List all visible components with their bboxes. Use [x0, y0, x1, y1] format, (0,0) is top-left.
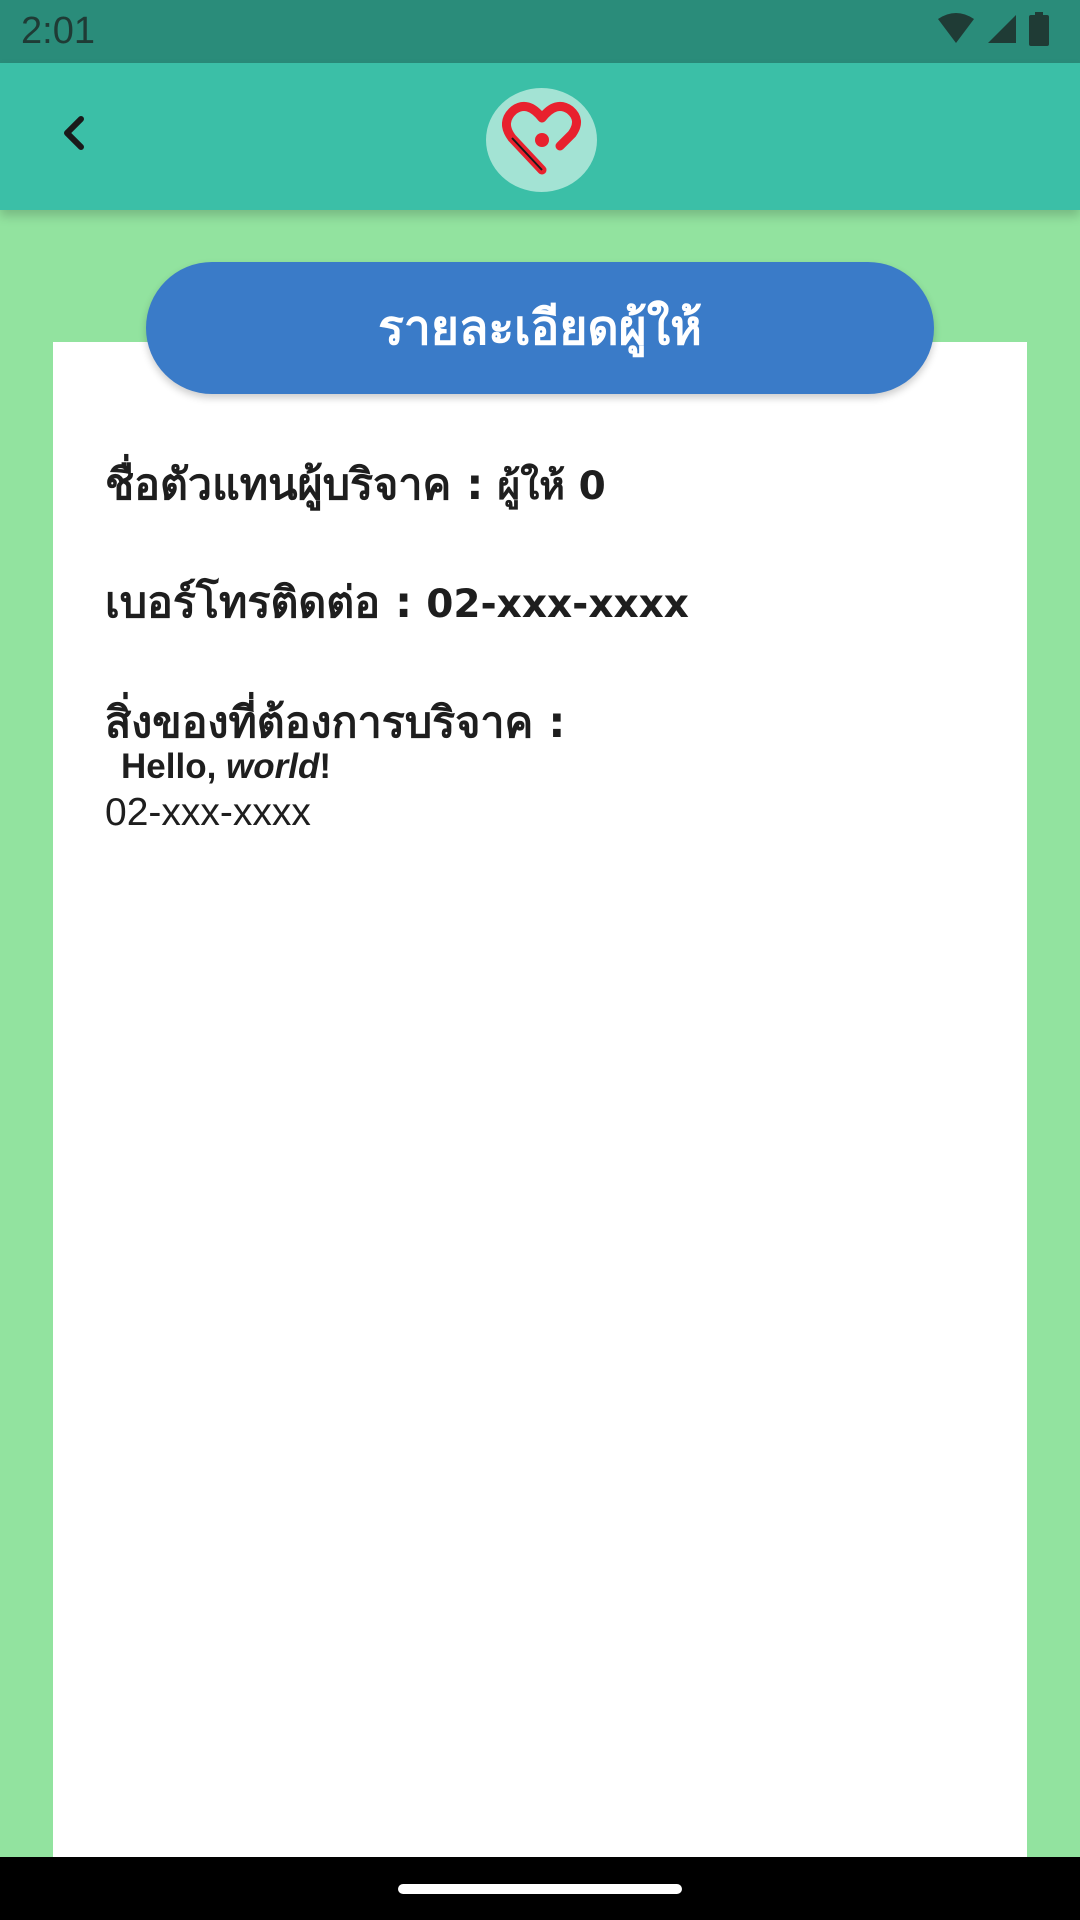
status-icons — [936, 12, 1050, 50]
items-hello-text: Hello, — [121, 747, 227, 786]
items-world-text: world — [226, 747, 320, 786]
battery-icon — [1028, 12, 1050, 50]
donor-name-label: ชื่อตัวแทนผู้บริจาค : — [105, 460, 484, 510]
page-title: รายละเอียดผู้ให้ — [146, 262, 934, 394]
app-bar — [0, 63, 1080, 210]
heart-logo-icon — [501, 100, 582, 180]
items-rich-text: Hello, world! — [121, 747, 331, 787]
app-logo — [486, 88, 597, 192]
phone-value: 02-xxx-xxxx — [426, 582, 689, 627]
home-indicator[interactable] — [398, 1884, 682, 1894]
items-label: สิ่งของที่ต้องการบริจาค : — [105, 698, 566, 748]
status-time: 2:01 — [21, 10, 95, 52]
items-phone-text: 02-xxx-xxxx — [105, 791, 311, 834]
items-row: สิ่งของที่ต้องการบริจาค : — [105, 688, 566, 756]
back-button[interactable] — [42, 103, 106, 167]
status-bar: 2:01 — [0, 0, 1080, 63]
phone-row: เบอร์โทรติดต่อ : 02-xxx-xxxx — [105, 568, 689, 636]
items-exclaim-text: ! — [319, 747, 332, 786]
phone-label: เบอร์โทรติดต่อ : — [105, 578, 413, 628]
chevron-left-icon — [59, 113, 89, 157]
wifi-icon — [936, 13, 976, 49]
cell-signal-icon — [986, 13, 1018, 49]
screen: 2:01 รายละเอียดผู้ให้ ชื่อตัวแทนผู้บริจา… — [0, 0, 1080, 1920]
donor-name-row: ชื่อตัวแทนผู้บริจาค : ผู้ให้ 0 — [105, 450, 606, 518]
donor-name-value: ผู้ให้ 0 — [497, 464, 606, 509]
